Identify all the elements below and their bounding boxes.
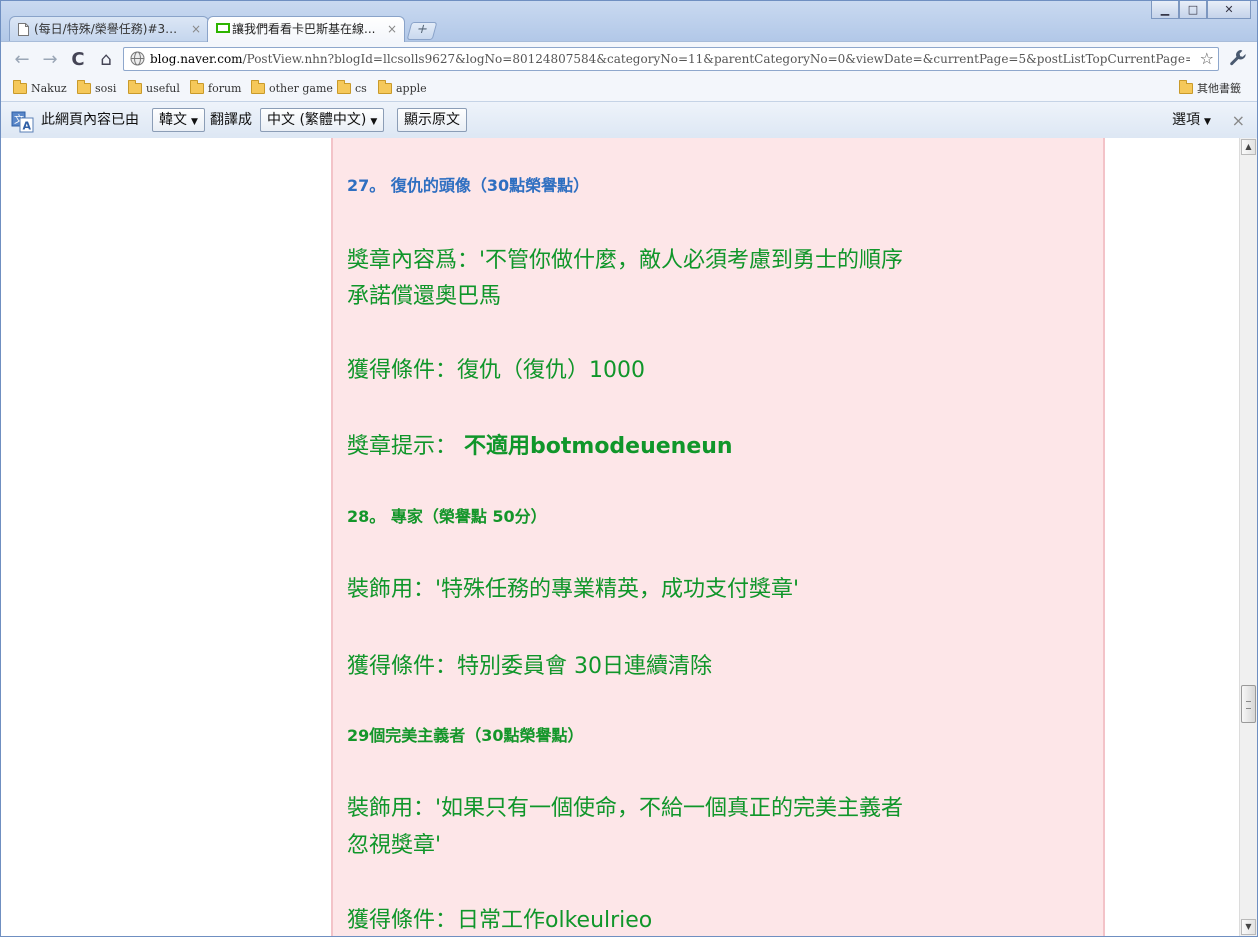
home-button[interactable]: ⌂ bbox=[95, 49, 117, 70]
medal-29-description: 裝飾用：'如果只有一個使命，不給一個真正的完美主義者 bbox=[347, 796, 904, 821]
bookmark-folder-cs[interactable]: cs bbox=[337, 80, 367, 98]
bookmark-folder-forum[interactable]: forum bbox=[190, 80, 241, 98]
url-text[interactable]: blog.naver.com/PostView.nhn?blogId=llcso… bbox=[150, 48, 1190, 70]
window-controls: ▁ □ ✕ bbox=[1151, 1, 1251, 21]
address-bar[interactable]: blog.naver.com/PostView.nhn?blogId=llcso… bbox=[123, 47, 1219, 71]
new-tab-button[interactable]: + bbox=[406, 22, 438, 40]
dropdown-arrow-icon: ▼ bbox=[191, 117, 198, 127]
target-language-select[interactable]: 中文 (繁體中文) ▼ bbox=[260, 108, 385, 132]
translate-middle-text: 翻譯成 bbox=[210, 112, 252, 128]
navigation-toolbar: ← → C ⌂ blog.naver.com/PostView.nhn?blog… bbox=[1, 41, 1257, 78]
folder-icon bbox=[337, 80, 351, 94]
folder-icon bbox=[77, 80, 91, 94]
medal-28-description: 裝飾用：'特殊任務的專業精英，成功支付獎章' bbox=[347, 577, 800, 602]
dropdown-arrow-icon: ▼ bbox=[370, 117, 378, 127]
tab-close-icon[interactable]: × bbox=[191, 17, 201, 41]
tab-strip: (每日/特殊/榮譽任務)#366... × 讓我們看看卡巴斯基在線... × +… bbox=[1, 1, 1257, 42]
scrollbar-thumb[interactable] bbox=[1241, 685, 1256, 723]
svg-text:A: A bbox=[23, 120, 32, 133]
medal-27-hint: 獎章提示： 不適用botmodeueneun bbox=[347, 428, 733, 460]
naver-favicon-icon bbox=[216, 23, 230, 33]
tab-kaspersky-online[interactable]: 讓我們看看卡巴斯基在線... × bbox=[207, 16, 405, 42]
tab-daily-quests[interactable]: (每日/特殊/榮譽任務)#366... × bbox=[9, 16, 209, 41]
folder-icon bbox=[378, 80, 392, 94]
medal-29-condition: 獲得條件：日常工作olkeulrieo bbox=[347, 908, 653, 933]
translate-prefix-text: 此網頁內容已由 bbox=[41, 112, 139, 128]
translate-infobar: 文 A 此網頁內容已由 韓文 ▼ 翻譯成 中文 (繁體中文) ▼ 顯示原文 選項 ▼ … bbox=[1, 102, 1257, 139]
bookmark-star-icon[interactable]: ☆ bbox=[1200, 49, 1214, 68]
vertical-scrollbar[interactable]: ▲ ▼ bbox=[1239, 138, 1257, 936]
show-original-button[interactable]: 顯示原文 bbox=[397, 108, 467, 132]
bookmark-folder-nakuz[interactable]: Nakuz bbox=[13, 80, 67, 98]
browser-window: (每日/特殊/榮譽任務)#366... × 讓我們看看卡巴斯基在線... × +… bbox=[0, 0, 1258, 937]
medal-29-heading: 29個完美主義者（30點榮譽點） bbox=[347, 726, 584, 745]
minimize-button[interactable]: ▁ bbox=[1151, 1, 1179, 19]
folder-icon bbox=[13, 80, 27, 94]
bookmark-folder-sosi[interactable]: sosi bbox=[77, 80, 116, 98]
back-button[interactable]: ← bbox=[11, 49, 33, 70]
translate-options-menu[interactable]: 選項 ▼ bbox=[1172, 102, 1211, 140]
forward-button[interactable]: → bbox=[39, 49, 61, 70]
blog-post-body: 27。 復仇的頭像（30點榮譽點） 獎章內容爲：'不管你做什麼，敵人必須考慮到勇… bbox=[331, 138, 1105, 936]
tab-title: 讓我們看看卡巴斯基在線... bbox=[232, 22, 376, 36]
translate-icon: 文 A bbox=[11, 111, 34, 133]
wrench-icon[interactable] bbox=[1229, 49, 1247, 67]
tab-close-icon[interactable]: × bbox=[387, 17, 397, 41]
medal-28-condition: 獲得條件：特別委員會 30日連續清除 bbox=[347, 654, 712, 679]
scroll-down-arrow-icon[interactable]: ▼ bbox=[1241, 919, 1256, 935]
maximize-button[interactable]: □ bbox=[1179, 1, 1207, 19]
url-path: /PostView.nhn?blogId=llcsolls9627&logNo=… bbox=[242, 52, 1190, 66]
close-infobar-icon[interactable]: × bbox=[1232, 111, 1245, 130]
bookmark-folder-other-game[interactable]: other game bbox=[251, 80, 333, 98]
bookmarks-bar: Nakuz sosi useful forum other game cs ap… bbox=[1, 77, 1257, 102]
medal-27-heading: 27。 復仇的頭像（30點榮譽點） bbox=[347, 176, 590, 195]
medal-29-description-cont: 忽視獎章' bbox=[347, 833, 442, 858]
medal-27-description: 獎章內容爲：'不管你做什麼，敵人必須考慮到勇士的順序 bbox=[347, 248, 904, 273]
other-bookmarks-folder[interactable]: 其他書籤 bbox=[1179, 80, 1241, 98]
medal-27-condition: 獲得條件：復仇（復仇）1000 bbox=[347, 358, 645, 383]
hint-value: 不適用botmodeueneun bbox=[464, 434, 733, 459]
bookmark-folder-apple[interactable]: apple bbox=[378, 80, 427, 98]
bookmark-folder-useful[interactable]: useful bbox=[128, 80, 180, 98]
reload-button[interactable]: C bbox=[67, 49, 89, 70]
globe-icon bbox=[130, 51, 145, 66]
page-viewport: 27。 復仇的頭像（30點榮譽點） 獎章內容爲：'不管你做什麼，敵人必須考慮到勇… bbox=[1, 138, 1239, 936]
dropdown-arrow-icon: ▼ bbox=[1204, 117, 1211, 127]
close-window-button[interactable]: ✕ bbox=[1207, 1, 1251, 19]
page-icon bbox=[18, 23, 29, 36]
folder-icon bbox=[1179, 80, 1193, 94]
source-language-select[interactable]: 韓文 ▼ bbox=[152, 108, 205, 132]
tab-title: (每日/特殊/榮譽任務)#366... bbox=[34, 22, 182, 36]
folder-icon bbox=[251, 80, 265, 94]
hint-label: 獎章提示： bbox=[347, 434, 458, 459]
url-host: blog.naver.com bbox=[150, 52, 243, 66]
scroll-up-arrow-icon[interactable]: ▲ bbox=[1241, 139, 1256, 155]
folder-icon bbox=[128, 80, 142, 94]
medal-28-heading: 28。 專家（榮譽點 50分） bbox=[347, 507, 547, 526]
medal-27-description-cont: 承諾償還奧巴馬 bbox=[347, 284, 502, 309]
folder-icon bbox=[190, 80, 204, 94]
